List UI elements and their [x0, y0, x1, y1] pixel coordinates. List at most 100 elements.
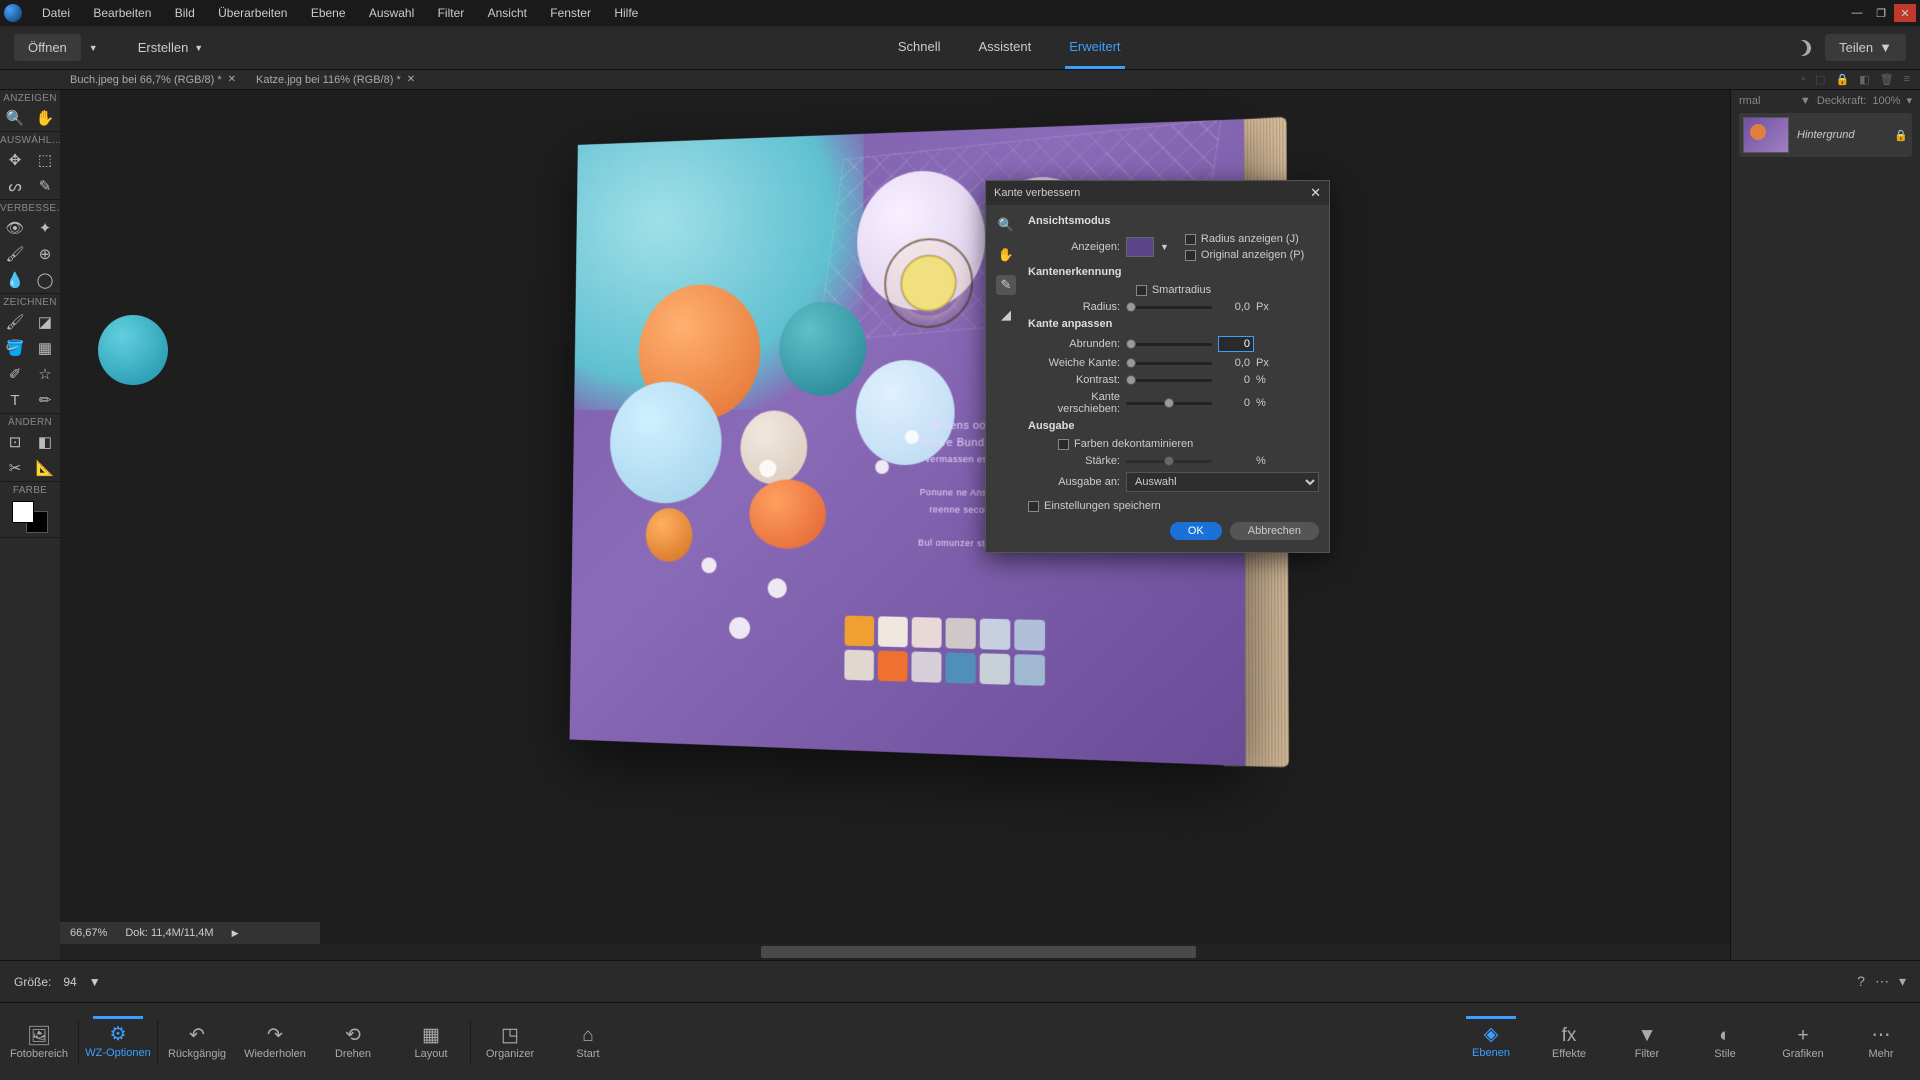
spot-heal-tool[interactable]: ✦ [30, 215, 60, 241]
taskbar-drehen[interactable]: ⟲Drehen [314, 1018, 392, 1066]
view-preview-swatch[interactable] [1126, 237, 1154, 257]
amount-slider[interactable] [1126, 460, 1212, 463]
gradient-tool[interactable]: ▦ [30, 335, 60, 361]
opacity-value[interactable]: 100% [1872, 95, 1900, 107]
window-restore-button[interactable]: ❐ [1870, 4, 1892, 22]
taskbar-rueckgaengig[interactable]: ↶Rückgängig [158, 1018, 236, 1066]
dialog-erase-brush-tool[interactable]: ◢ [996, 305, 1016, 325]
mode-tab-assistent[interactable]: Assistent [974, 27, 1035, 69]
panel-menu-icon[interactable]: ≡ [1904, 73, 1910, 86]
lock-icon[interactable]: 🔒 [1836, 73, 1850, 86]
eraser-tool[interactable]: ◪ [30, 309, 60, 335]
zoom-tool[interactable]: 🔍 [0, 105, 30, 131]
menu-ueberarbeiten[interactable]: Überarbeiten [208, 6, 297, 20]
document-tab-katze[interactable]: Katze.jpg bei 116% (RGB/8) *✕ [246, 74, 425, 86]
radius-slider[interactable] [1126, 306, 1212, 309]
dialog-close-button[interactable]: ✕ [1310, 185, 1321, 201]
open-dropdown[interactable]: ▼ [87, 37, 100, 59]
close-tab-icon[interactable]: ✕ [228, 74, 236, 85]
eyedropper-tool[interactable]: ✐ [0, 361, 30, 387]
show-radius-checkbox[interactable]: Radius anzeigen (J) [1185, 233, 1304, 245]
quick-select-tool[interactable]: ✎ [30, 173, 60, 199]
taskbar-layout[interactable]: ▦Layout [392, 1018, 470, 1066]
menu-datei[interactable]: Datei [32, 6, 80, 20]
size-dropdown-icon[interactable]: ▼ [89, 975, 101, 989]
taskbar-organizer[interactable]: ◳Organizer [471, 1018, 549, 1066]
menu-filter[interactable]: Filter [428, 6, 475, 20]
move-tool[interactable]: ✥ [0, 147, 30, 173]
window-minimize-button[interactable]: — [1846, 4, 1868, 22]
layer-lock-icon[interactable]: 🔒 [1894, 129, 1908, 142]
smooth-input[interactable] [1218, 336, 1254, 352]
taskbar-start[interactable]: ⌂Start [549, 1018, 627, 1066]
dialog-zoom-tool[interactable]: 🔍 [996, 215, 1016, 235]
layer-name[interactable]: Hintergrund [1797, 129, 1854, 141]
dialog-hand-tool[interactable]: ✋ [996, 245, 1016, 265]
recompose-tool[interactable]: ◧ [30, 429, 60, 455]
smart-brush-tool[interactable]: 🖌 [0, 241, 30, 267]
menu-ansicht[interactable]: Ansicht [478, 6, 537, 20]
menu-bearbeiten[interactable]: Bearbeiten [83, 6, 161, 20]
menu-fenster[interactable]: Fenster [540, 6, 601, 20]
close-tab-icon[interactable]: ✕ [407, 74, 415, 85]
remember-settings-checkbox[interactable]: Einstellungen speichern [1028, 500, 1161, 512]
color-swatch[interactable] [12, 501, 48, 533]
horizontal-scrollbar[interactable] [60, 944, 1730, 960]
output-to-select[interactable]: Auswahl [1126, 472, 1319, 492]
taskbar-wiederholen[interactable]: ↷Wiederholen [236, 1018, 314, 1066]
layer-row[interactable]: Hintergrund 🔒 [1739, 113, 1912, 157]
cancel-button[interactable]: Abbrechen [1230, 522, 1319, 540]
blend-mode-select[interactable]: rmal [1739, 95, 1794, 107]
layer-fx-icon[interactable]: ⬚ [1815, 73, 1825, 86]
crop-tool[interactable]: ⊡ [0, 429, 30, 455]
share-button[interactable]: Teilen▼ [1825, 34, 1906, 61]
mode-tab-erweitert[interactable]: Erweitert [1065, 27, 1124, 69]
contrast-slider[interactable] [1126, 379, 1212, 382]
ok-button[interactable]: OK [1170, 522, 1222, 540]
shape-tool[interactable]: ☆ [30, 361, 60, 387]
blur-tool[interactable]: 💧 [0, 267, 30, 293]
decontaminate-checkbox[interactable]: Farben dekontaminieren [1058, 438, 1193, 450]
theme-toggle-icon[interactable] [1795, 40, 1811, 56]
taskbar-stile[interactable]: ◐Stile [1686, 1018, 1764, 1066]
hand-tool[interactable]: ✋ [30, 105, 60, 131]
lasso-tool[interactable]: ᔕ [0, 173, 30, 199]
marquee-tool[interactable]: ⬚ [30, 147, 60, 173]
fill-tool[interactable]: 🪣 [0, 335, 30, 361]
menu-ebene[interactable]: Ebene [301, 6, 356, 20]
taskbar-mehr[interactable]: ⋯Mehr [1842, 1018, 1920, 1066]
menu-auswahl[interactable]: Auswahl [359, 6, 424, 20]
shift-slider[interactable] [1126, 402, 1212, 405]
taskbar-fotobereich[interactable]: 🖼Fotobereich [0, 1018, 78, 1066]
show-original-checkbox[interactable]: Original anzeigen (P) [1185, 249, 1304, 261]
feather-slider[interactable] [1126, 362, 1212, 365]
taskbar-filter[interactable]: ▼Filter [1608, 1018, 1686, 1066]
create-button[interactable]: Erstellen▼ [124, 34, 218, 61]
straighten-tool[interactable]: 📐 [30, 455, 60, 481]
smart-radius-checkbox[interactable]: Smartradius [1136, 284, 1211, 296]
view-dropdown-icon[interactable]: ▼ [1160, 242, 1169, 252]
help-icon[interactable]: ? [1857, 973, 1865, 990]
taskbar-grafiken[interactable]: +Grafiken [1764, 1018, 1842, 1066]
redeye-tool[interactable]: 👁 [0, 215, 30, 241]
content-move-tool[interactable]: ✂ [0, 455, 30, 481]
open-button[interactable]: Öffnen [14, 34, 81, 61]
sponge-tool[interactable]: ◯ [30, 267, 60, 293]
dialog-refine-brush-tool[interactable]: ✎ [996, 275, 1016, 295]
clone-tool[interactable]: ⊕ [30, 241, 60, 267]
document-tab-buch[interactable]: Buch.jpeg bei 66,7% (RGB/8) *✕ [60, 74, 246, 86]
new-layer-icon[interactable]: ▫ [1801, 73, 1805, 86]
pencil-tool[interactable]: ✏ [30, 387, 60, 413]
type-tool[interactable]: T [0, 387, 30, 413]
options-menu-icon[interactable]: ⋯ [1875, 973, 1889, 990]
size-value[interactable]: 94 [59, 973, 80, 991]
taskbar-ebenen[interactable]: ◈Ebenen [1452, 1019, 1530, 1065]
smooth-slider[interactable] [1126, 343, 1212, 346]
menu-hilfe[interactable]: Hilfe [604, 6, 648, 20]
layer-thumbnail[interactable] [1743, 117, 1789, 153]
menu-bild[interactable]: Bild [165, 6, 205, 20]
trash-icon[interactable]: 🗑 [1880, 73, 1894, 86]
window-close-button[interactable]: ✕ [1894, 4, 1916, 22]
mode-tab-schnell[interactable]: Schnell [894, 27, 945, 69]
status-caret-icon[interactable]: ▶ [232, 928, 239, 939]
